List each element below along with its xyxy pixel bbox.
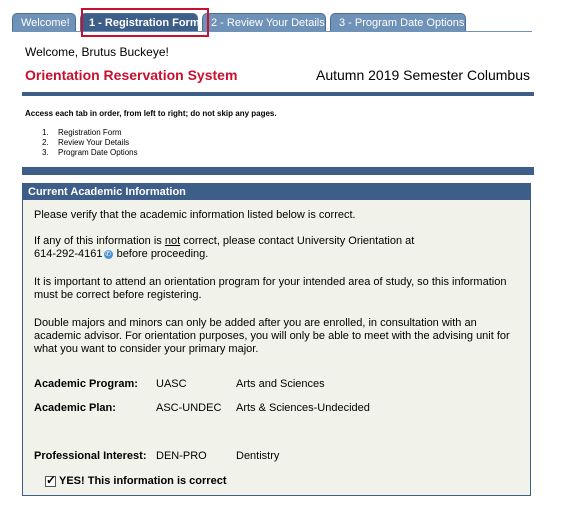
confirm-label[interactable]: YES! This information is correct (59, 475, 226, 487)
academic-program-code: UASC (156, 378, 187, 390)
tab-welcome[interactable]: Welcome! (12, 13, 76, 32)
active-tab-highlight (81, 8, 209, 37)
majors-paragraph: Double majors and minors can only be add… (34, 317, 510, 355)
confirm-checkbox[interactable] (45, 473, 56, 487)
page-title: Orientation Reservation System (25, 67, 238, 83)
welcome-message: Welcome, Brutus Buckeye! (25, 45, 169, 59)
verify-paragraph: Please verify that the academic informat… (34, 209, 356, 221)
professional-interest-code: DEN-PRO (156, 450, 207, 462)
tab-review-details[interactable]: 2 - Review Your Details (202, 13, 326, 32)
not-emphasis: not (164, 235, 181, 247)
academic-program-desc: Arts and Sciences (236, 378, 325, 390)
confirm-row: YES! This information is correct (45, 473, 226, 487)
importance-paragraph: It is important to attend an orientation… (34, 276, 507, 301)
tab-program-date-options[interactable]: 3 - Program Date Options (330, 13, 466, 32)
steps-list: 1. Registration Form 2. Review Your Detail… (42, 128, 138, 158)
list-item: 2. Review Your Details (42, 138, 130, 147)
academic-plan-code: ASC-UNDEC (156, 402, 222, 414)
divider-top (22, 92, 534, 96)
professional-interest-label: Professional Interest: (34, 450, 147, 462)
phone-call-icon[interactable]: ✆ (103, 249, 113, 259)
phone-number: 614-292-4161 (34, 248, 103, 260)
list-item: 3. Program Date Options (42, 148, 138, 157)
professional-interest-desc: Dentistry (236, 450, 280, 462)
contact-paragraph: If any of this information is not correc… (34, 235, 415, 260)
list-item: 1. Registration Form (42, 128, 122, 137)
academic-program-label: Academic Program: (34, 378, 138, 390)
semester-label: Autumn 2019 Semester Columbus (316, 67, 530, 83)
academic-plan-desc: Arts & Sciences-Undecided (236, 402, 370, 414)
instructions-text: Access each tab in order, from left to r… (25, 109, 277, 118)
welcome-prefix: Welcome, (25, 45, 79, 59)
divider-middle (22, 167, 534, 175)
academic-info-panel: Current Academic Information Please veri… (22, 183, 531, 496)
user-name: Brutus Buckeye! (81, 45, 169, 59)
panel-header: Current Academic Information (23, 184, 530, 200)
academic-plan-label: Academic Plan: (34, 402, 116, 414)
